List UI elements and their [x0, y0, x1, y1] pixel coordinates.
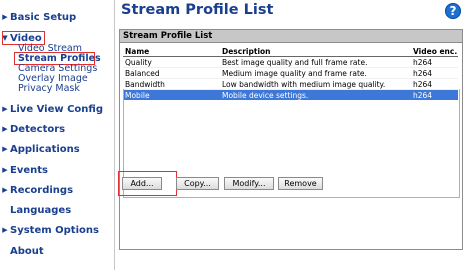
- nav-recordings[interactable]: ▶ Recordings: [0, 183, 73, 197]
- expand-arrow-icon: ▶: [2, 145, 8, 153]
- cell-name: Quality: [123, 56, 220, 68]
- nav-about[interactable]: About: [0, 244, 44, 258]
- nav-live-view-config[interactable]: ▶ Live View Config: [0, 102, 103, 116]
- cell-name: Balanced: [123, 67, 220, 79]
- nav-languages[interactable]: Languages: [0, 203, 71, 217]
- sidebar: ▶ Basic Setup ▼ Video Video Stream Strea…: [0, 0, 115, 270]
- nav-label: Basic Setup: [10, 11, 77, 23]
- table-row[interactable]: Balanced Medium image quality and frame …: [123, 67, 458, 79]
- expand-arrow-icon: ▶: [2, 186, 8, 194]
- nav-label: Detectors: [10, 123, 66, 135]
- nav-system-options[interactable]: ▶ System Options: [0, 223, 99, 237]
- table-row[interactable]: Bandwidth Low bandwidth with medium imag…: [123, 78, 458, 90]
- nav-label: Live View Config: [10, 103, 103, 115]
- help-icon[interactable]: ?: [445, 3, 461, 19]
- nav-events[interactable]: ▶ Events: [0, 163, 48, 177]
- main-content: Stream Profile List ? Stream Profile Lis…: [115, 0, 467, 270]
- expand-arrow-icon: ▶: [2, 226, 8, 234]
- expand-arrow-icon: ▶: [2, 125, 8, 133]
- column-header-video-enc[interactable]: Video enc.: [411, 46, 458, 57]
- nav-label: Recordings: [10, 184, 74, 196]
- add-highlight-box: [118, 171, 177, 196]
- cell-enc: h264: [411, 56, 458, 68]
- nav-privacy-mask[interactable]: Privacy Mask: [18, 83, 80, 94]
- nav-label: About: [10, 245, 44, 257]
- column-header-description[interactable]: Description: [220, 46, 411, 57]
- nav-label: Events: [10, 164, 48, 176]
- cell-name: Bandwidth: [123, 78, 220, 90]
- nav-applications[interactable]: ▶ Applications: [0, 142, 80, 156]
- remove-button[interactable]: Remove: [278, 177, 323, 190]
- stream-profile-panel: Stream Profile List Name Description Vid…: [119, 29, 463, 250]
- expand-arrow-icon: ▶: [2, 105, 8, 113]
- column-header-name[interactable]: Name: [123, 46, 220, 57]
- cell-enc: h264: [411, 78, 458, 90]
- cell-description: Best image quality and full frame rate.: [220, 56, 411, 68]
- nav-detectors[interactable]: ▶ Detectors: [0, 122, 65, 136]
- nav-label: System Options: [10, 224, 99, 236]
- nav-label: Applications: [10, 143, 80, 155]
- cell-description: Low bandwidth with medium image quality.: [220, 78, 411, 90]
- nav-basic-setup[interactable]: ▶ Basic Setup: [0, 10, 76, 24]
- nav-label: Languages: [10, 204, 72, 216]
- cell-enc: h264: [411, 67, 458, 79]
- expand-arrow-icon: ▶: [2, 13, 8, 21]
- modify-button[interactable]: Modify...: [224, 177, 274, 190]
- cell-description: Medium image quality and frame rate.: [220, 67, 411, 79]
- panel-title: Stream Profile List: [120, 30, 462, 43]
- page-title: Stream Profile List: [121, 2, 274, 18]
- table-row[interactable]: Quality Best image quality and full fram…: [123, 56, 458, 68]
- expand-arrow-icon: ▶: [2, 166, 8, 174]
- copy-button[interactable]: Copy...: [176, 177, 219, 190]
